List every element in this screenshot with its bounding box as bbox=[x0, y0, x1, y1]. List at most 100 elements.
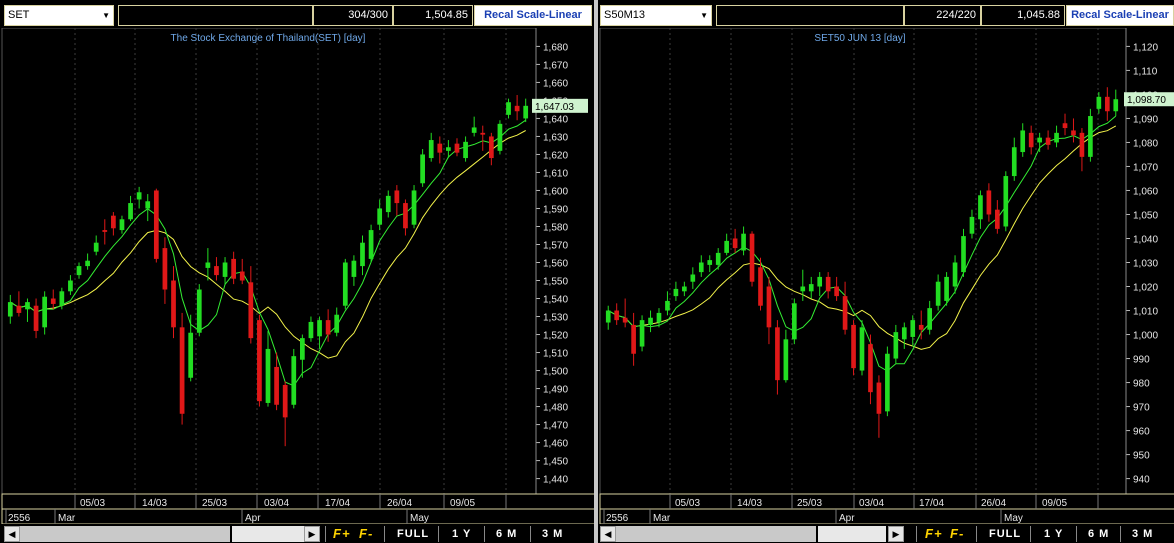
candlestick bbox=[893, 324, 899, 364]
candlestick bbox=[614, 303, 620, 325]
chevron-down-icon[interactable]: ▼ bbox=[700, 6, 708, 25]
candlestick bbox=[1071, 118, 1076, 143]
y-tick-label: 1,020 bbox=[1133, 283, 1158, 294]
candle-body bbox=[282, 384, 288, 418]
candle-body bbox=[698, 262, 704, 273]
separator bbox=[384, 526, 385, 542]
candle-body bbox=[488, 136, 494, 159]
candle-body bbox=[817, 276, 823, 287]
separator bbox=[438, 526, 439, 542]
y-tick-label: 1,450 bbox=[543, 457, 568, 468]
y-tick-label: 1,510 bbox=[543, 349, 568, 360]
right-price-chart[interactable]: 940 950 960 970 980 990 1,000 1,010 1,020 1,030 1,… bbox=[598, 27, 1174, 529]
full-range-button[interactable]: FULL bbox=[989, 526, 1021, 542]
left-bottom-bar: ◀ ▶ F+ F- FULL 1 Y 6 M 3 M bbox=[0, 524, 594, 543]
candlestick bbox=[33, 298, 39, 339]
chevron-down-icon[interactable]: ▼ bbox=[102, 6, 110, 25]
y-tick-label: 1,560 bbox=[543, 259, 568, 270]
six-month-button[interactable]: 6 M bbox=[496, 526, 517, 542]
left-price-chart[interactable]: 1,440 1,450 1,460 1,470 1,480 1,490 1,500 1,510… bbox=[0, 27, 594, 529]
y-tick-label: 1,660 bbox=[543, 78, 568, 89]
candle-body bbox=[446, 147, 451, 151]
zoom-out-button[interactable]: F- bbox=[359, 526, 373, 542]
candle-body bbox=[715, 252, 721, 265]
zoom-in-button[interactable]: F+ bbox=[333, 526, 351, 542]
y-tick-label: 1,550 bbox=[543, 277, 568, 288]
full-range-button[interactable]: FULL bbox=[397, 526, 429, 542]
candlestick bbox=[1088, 108, 1093, 162]
y-tick-label: 1,600 bbox=[543, 186, 568, 197]
separator bbox=[916, 526, 917, 542]
candlestick bbox=[851, 320, 856, 376]
candlestick bbox=[766, 276, 772, 345]
candlestick bbox=[214, 257, 219, 281]
candlestick bbox=[428, 132, 434, 162]
y-tick-label: 1,620 bbox=[543, 150, 568, 161]
left-chart-panel: SET ▼ 304/300 1,504.85 Recal Scale-Linea… bbox=[0, 0, 594, 543]
one-year-button[interactable]: 1 Y bbox=[1044, 526, 1063, 542]
candlestick bbox=[25, 298, 30, 322]
y-tick-label: 1,490 bbox=[543, 385, 568, 396]
candle-body bbox=[631, 324, 636, 354]
symbol-dropdown[interactable]: SET ▼ bbox=[4, 5, 114, 26]
bar-count-field: 224/220 bbox=[904, 5, 981, 26]
candle-body bbox=[480, 132, 486, 135]
symbol-value: SET bbox=[8, 9, 30, 21]
candle-body bbox=[59, 291, 65, 306]
candle-body bbox=[42, 296, 48, 328]
scroll-thumb[interactable] bbox=[232, 526, 304, 542]
candle-body bbox=[214, 266, 219, 276]
three-month-button[interactable]: 3 M bbox=[1132, 526, 1153, 542]
month-label: Mar bbox=[653, 513, 671, 524]
left-chart-svg[interactable]: 1,440 1,450 1,460 1,470 1,480 1,490 1,500 1,510… bbox=[0, 27, 594, 525]
scroll-track[interactable] bbox=[20, 526, 230, 542]
candlestick bbox=[910, 315, 916, 347]
candle-body bbox=[33, 305, 39, 331]
candlestick bbox=[437, 136, 443, 164]
scroll-right-button[interactable]: ▶ bbox=[304, 526, 320, 542]
price-tag-label: 1,647.03 bbox=[535, 102, 574, 113]
candlestick bbox=[471, 116, 477, 137]
y-tick-label: 1,030 bbox=[1133, 259, 1158, 270]
candlestick bbox=[334, 307, 340, 337]
zoom-out-button[interactable]: F- bbox=[950, 526, 964, 542]
candle-body bbox=[851, 324, 856, 369]
y-tick-label: 1,670 bbox=[543, 60, 568, 71]
candle-body bbox=[50, 298, 56, 304]
scroll-track[interactable] bbox=[616, 526, 816, 542]
candle-body bbox=[162, 248, 168, 290]
candle-body bbox=[299, 338, 305, 360]
scroll-left-button[interactable]: ◀ bbox=[600, 526, 616, 542]
candle-body bbox=[25, 302, 30, 310]
candlestick bbox=[171, 266, 176, 339]
candle-body bbox=[1088, 116, 1093, 157]
month-label: Apr bbox=[245, 513, 261, 524]
symbol-dropdown[interactable]: S50M13 ▼ bbox=[600, 5, 712, 26]
date-tick-label: 14/03 bbox=[737, 498, 762, 509]
recal-scale-button[interactable]: Recal Scale-Linear bbox=[1066, 5, 1174, 26]
candlestick bbox=[732, 228, 738, 253]
recal-scale-button[interactable]: Recal Scale-Linear bbox=[474, 5, 592, 26]
date-tick-label: 03/04 bbox=[264, 498, 289, 509]
candlestick bbox=[885, 346, 890, 417]
scroll-thumb[interactable] bbox=[818, 526, 886, 542]
candlestick bbox=[119, 215, 125, 234]
scroll-left-button[interactable]: ◀ bbox=[4, 526, 20, 542]
candle-body bbox=[102, 230, 108, 232]
candlestick bbox=[1054, 125, 1059, 148]
y-tick-label: 1,610 bbox=[543, 168, 568, 179]
y-tick-label: 1,460 bbox=[543, 439, 568, 450]
three-month-button[interactable]: 3 M bbox=[542, 526, 563, 542]
candle-body bbox=[265, 348, 271, 403]
candle-body bbox=[800, 286, 806, 292]
candlestick bbox=[995, 200, 1000, 234]
candle-body bbox=[783, 339, 789, 381]
six-month-button[interactable]: 6 M bbox=[1088, 526, 1109, 542]
candle-body bbox=[639, 320, 645, 347]
candle-body bbox=[334, 314, 340, 333]
scroll-right-button[interactable]: ▶ bbox=[888, 526, 904, 542]
zoom-in-button[interactable]: F+ bbox=[925, 526, 943, 542]
right-chart-svg[interactable]: 940 950 960 970 980 990 1,000 1,010 1,020 1,030 1,… bbox=[598, 27, 1174, 525]
candle-body bbox=[7, 302, 13, 317]
one-year-button[interactable]: 1 Y bbox=[452, 526, 471, 542]
